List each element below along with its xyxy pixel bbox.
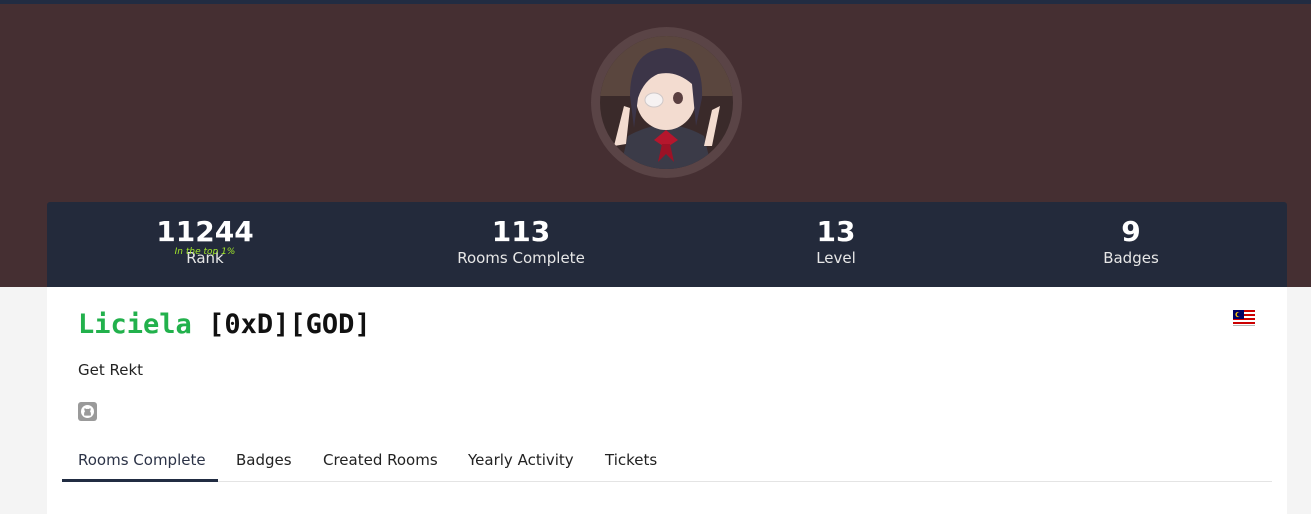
profile-name: Liciela [0xD][GOD] [78, 308, 371, 342]
rank-top-percent: In the top 1% [174, 247, 236, 257]
rank-stat: 11244 In the top 1% Rank [75, 216, 335, 268]
badges-stat: 9 Badges [1001, 216, 1261, 268]
profile-bio: Get Rekt [78, 361, 144, 379]
avatar-frame [591, 27, 742, 178]
user-tags: [0xD][GOD] [208, 309, 371, 340]
active-tab-underline [62, 479, 218, 482]
avatar [600, 36, 733, 169]
profile-tabs: Rooms Complete Badges Created Rooms Year… [62, 439, 1272, 482]
rooms-complete-stat: 113 Rooms Complete [391, 216, 651, 268]
github-icon[interactable] [78, 402, 97, 421]
rooms-complete-value: 113 [491, 215, 551, 248]
rank-value: 11244 [156, 215, 254, 248]
badges-value: 9 [1121, 215, 1141, 248]
tab-yearly-activity[interactable]: Yearly Activity [468, 451, 574, 470]
tab-created-rooms[interactable]: Created Rooms [323, 451, 438, 470]
username: Liciela [78, 309, 192, 340]
profile-panel: Liciela [0xD][GOD] Get Rekt Rooms Comple… [47, 287, 1287, 514]
level-value: 13 [816, 215, 856, 248]
badges-label: Badges [1103, 249, 1159, 267]
tab-tickets[interactable]: Tickets [605, 451, 657, 470]
profile-stats-bar: 11244 In the top 1% Rank 113 Rooms Compl… [47, 202, 1287, 287]
malaysia-flag-icon [1233, 310, 1255, 326]
level-label: Level [816, 249, 856, 267]
tab-rooms-complete[interactable]: Rooms Complete [78, 451, 206, 470]
level-stat: 13 Level [706, 216, 966, 268]
tab-badges[interactable]: Badges [236, 451, 292, 470]
rooms-complete-label: Rooms Complete [457, 249, 585, 267]
